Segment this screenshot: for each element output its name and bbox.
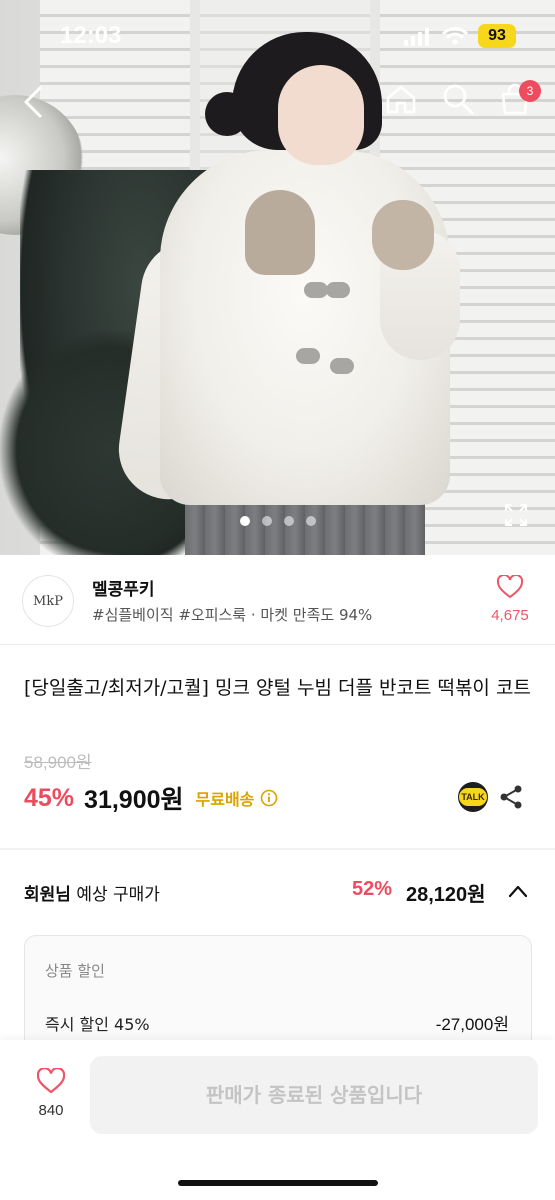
- wish-count: 840: [38, 1102, 64, 1119]
- price-row: 45% 31,900원 무료배송: [24, 780, 278, 816]
- wish-button[interactable]: 840: [22, 1067, 80, 1119]
- battery-indicator: 93: [478, 24, 516, 48]
- shop-name[interactable]: 멜콩푸키: [92, 575, 155, 600]
- coat-toggle: [326, 282, 350, 298]
- gallery-dot[interactable]: [261, 516, 272, 526]
- kakao-talk-label: TALK: [459, 788, 487, 806]
- expand-icon[interactable]: [503, 502, 529, 528]
- kakao-talk-button[interactable]: TALK: [458, 782, 488, 812]
- instant-discount-value: -27,000원: [435, 1015, 509, 1034]
- gallery-indicator: [0, 516, 555, 526]
- info-icon[interactable]: [260, 789, 278, 807]
- search-icon[interactable]: [441, 82, 475, 116]
- coat-toggle: [296, 348, 320, 364]
- shop-logo[interactable]: MkP: [22, 575, 74, 627]
- member-label-bold: 회원님: [24, 885, 71, 905]
- chevron-up-icon[interactable]: [508, 884, 528, 898]
- heart-icon: [496, 573, 524, 599]
- model-glove: [245, 190, 315, 275]
- home-indicator: [178, 1180, 378, 1186]
- signal-icon: [404, 28, 429, 46]
- heart-icon: [36, 1067, 66, 1094]
- back-arrow-icon[interactable]: [22, 86, 46, 118]
- shop-like-count: 4,675: [491, 607, 529, 624]
- original-price: 58,900원: [24, 753, 92, 772]
- gallery-dot[interactable]: [283, 516, 294, 526]
- shop-tags: #심플베이직 #오피스룩 · 마켓 만족도 94%: [92, 606, 373, 624]
- shop-like-button[interactable]: 4,675: [480, 573, 540, 624]
- model-face: [278, 65, 364, 165]
- purchase-button[interactable]: 판매가 종료된 상품입니다: [90, 1056, 538, 1134]
- sale-price: 31,900원: [84, 786, 184, 814]
- section-divider: [0, 848, 555, 850]
- discount-detail-title: 상품 할인: [45, 962, 105, 980]
- status-bar: 12:03 93: [0, 0, 555, 72]
- cart-count-badge: 3: [519, 80, 541, 102]
- status-time: 12:03: [60, 22, 122, 49]
- member-label-rest: 예상 구매가: [70, 885, 160, 905]
- discount-rate: 45%: [24, 783, 75, 812]
- gallery-dot[interactable]: [305, 516, 316, 526]
- share-icon[interactable]: [498, 784, 524, 810]
- model-hair-bun: [205, 92, 249, 136]
- coat-toggle: [330, 358, 354, 374]
- home-icon[interactable]: [384, 82, 418, 116]
- member-discount-rate: 52%: [352, 878, 393, 900]
- member-price: 28,120원: [406, 884, 486, 906]
- free-shipping-label: 무료배송: [195, 790, 255, 809]
- wifi-icon: [442, 27, 468, 45]
- shop-info[interactable]: MkP 멜콩푸키 #심플베이직 #오피스룩 · 마켓 만족도 94% 4,675: [0, 555, 555, 645]
- product-title: [당일출고/최저가/고퀄] 밍크 양털 누빔 더플 반코트 떡볶이 코트: [24, 677, 531, 699]
- coat-toggle: [304, 282, 328, 298]
- bottom-action-bar: 840 판매가 종료된 상품입니다: [0, 1040, 555, 1200]
- gallery-dot[interactable]: [239, 516, 250, 526]
- member-price-label: 회원님 예상 구매가: [24, 880, 160, 905]
- instant-discount-label: 즉시 할인 45%: [45, 1015, 150, 1034]
- model-glove: [372, 200, 434, 270]
